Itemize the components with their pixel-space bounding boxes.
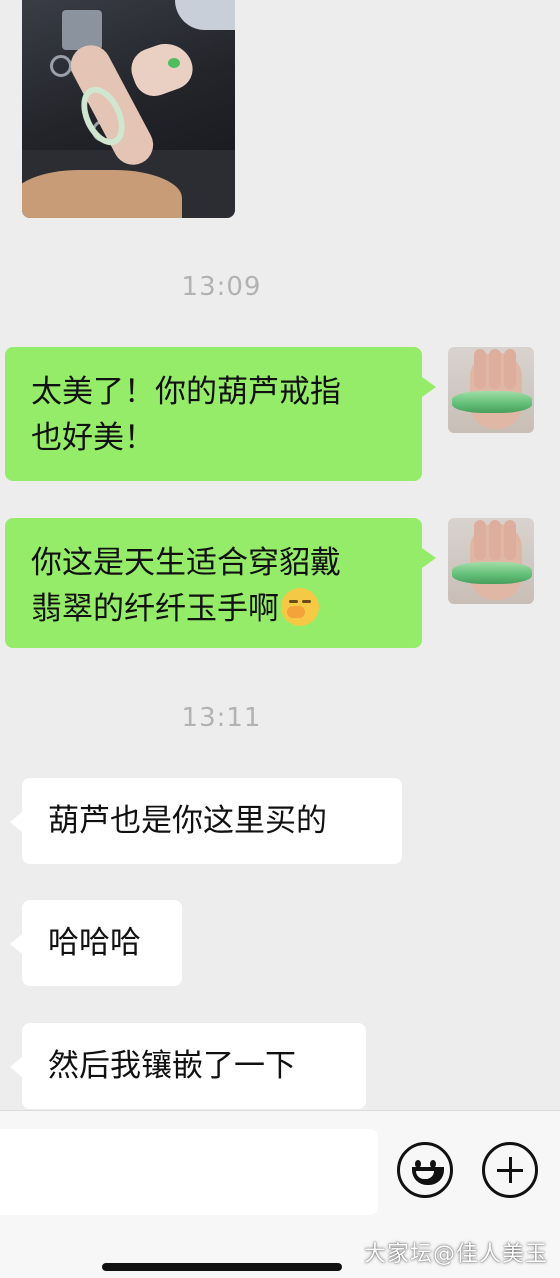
message-bubble-outgoing[interactable]: 太美了！你的葫芦戒指 也好美！ [5,347,436,481]
chat-area[interactable]: 13:09 太美了！你的葫芦戒指 也好美！ 你这是天生适合穿貂戴 翡翠的纤纤玉手… [0,0,560,1110]
message-text: 然后我镶嵌了一下 [48,1048,296,1084]
message-text: 葫芦也是你这里买的 [48,803,327,839]
message-text: 哈哈哈 [48,925,141,961]
home-indicator[interactable] [102,1263,342,1271]
avatar-self[interactable] [448,518,534,604]
timestamp: 13:09 [181,272,262,302]
shy-face-emoji-icon [281,588,319,626]
fur-sleeve [22,170,182,218]
watermark: 大家坛@佳人美玉 [363,1242,548,1267]
image-message-photo[interactable] [22,0,235,218]
avatar-self[interactable] [448,347,534,433]
message-text-line: 也好美！ [31,420,155,456]
emoji-button[interactable] [397,1142,453,1198]
jade-ring [168,58,180,68]
message-input[interactable] [0,1129,378,1215]
message-bubble-outgoing[interactable]: 你这是天生适合穿貂戴 翡翠的纤纤玉手啊 [5,518,436,648]
message-text-line: 你这是天生适合穿貂戴 [31,545,341,581]
jade-bangle [452,391,532,413]
message-bubble-incoming[interactable]: 哈哈哈 [10,900,182,986]
message-text-line: 翡翠的纤纤玉手啊 [31,591,279,627]
message-bubble-incoming[interactable]: 然后我镶嵌了一下 [10,1023,366,1109]
timestamp: 13:11 [181,703,262,733]
message-text-line: 太美了！你的葫芦戒指 [31,374,341,410]
more-options-plus-button[interactable] [482,1142,538,1198]
jade-bangle [452,562,532,584]
message-bubble-incoming[interactable]: 葫芦也是你这里买的 [10,778,402,864]
